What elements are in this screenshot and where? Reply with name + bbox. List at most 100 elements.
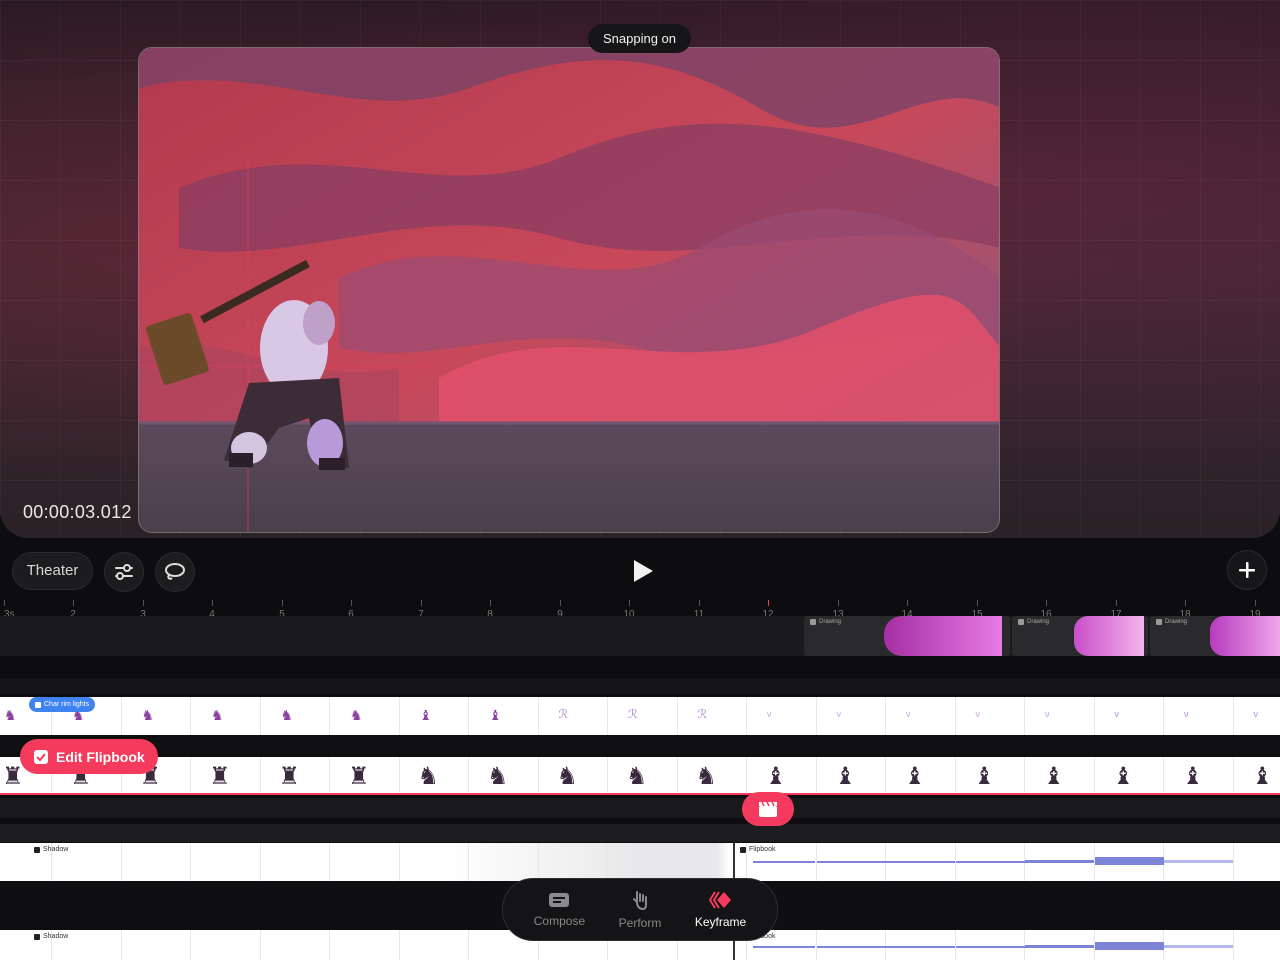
frame-cell[interactable]: ℛ	[678, 697, 747, 735]
frame-cell[interactable]: ♝	[956, 757, 1025, 793]
character-flipbook-track[interactable]: ♜ ♜ ♜ ♜ ♜ ♜ ♞ ♞ ♞ ♞ ♞ ♝ ♝ ♝ ♝ ♝ ♝ ♝ ♝	[0, 757, 1280, 795]
frame-cell[interactable]: ♝	[1095, 757, 1164, 793]
frame-cell[interactable]	[122, 930, 191, 960]
frame-cell[interactable]: ν	[956, 697, 1025, 735]
frame-cell[interactable]	[1234, 930, 1280, 960]
frame-cell[interactable]: ♝	[886, 757, 956, 793]
frame-cell[interactable]	[400, 843, 469, 881]
compose-mode-button[interactable]: Compose	[534, 892, 585, 928]
frame-cell[interactable]	[539, 843, 608, 881]
lasso-icon	[165, 563, 185, 580]
frame-cell[interactable]	[191, 930, 261, 960]
ruler-tick	[212, 600, 213, 606]
checkbox-icon	[34, 749, 48, 764]
add-button[interactable]	[1227, 550, 1267, 590]
frame-cell[interactable]	[122, 843, 191, 881]
frame-cell[interactable]	[469, 843, 539, 881]
theater-button[interactable]: Theater	[12, 552, 93, 590]
frame-cell[interactable]: ♞	[122, 697, 191, 735]
frame-cell[interactable]	[955, 843, 1025, 881]
frame-cell[interactable]	[261, 930, 330, 960]
settings-button[interactable]	[104, 552, 144, 592]
frame-cell[interactable]: ♞	[469, 757, 539, 793]
frame-cell[interactable]	[330, 930, 400, 960]
frame-cell[interactable]: ♜	[191, 757, 261, 793]
ruler-tick	[351, 600, 352, 606]
preview-stage: Snapping on 00:00:03.012	[0, 0, 1280, 538]
frame-cell[interactable]: ℛ	[539, 697, 608, 735]
frame-cell[interactable]	[816, 930, 886, 960]
frame-cell[interactable]	[886, 843, 956, 881]
shadow-track-label: Shadow	[34, 846, 68, 853]
rim-lights-track[interactable]: ♞ ♞ ♞ ♞ ♞ ♞ ♝ ♝ ℛ ℛ ℛ ν ν ν ν ν ν ν ν	[0, 697, 1280, 735]
frame-cell[interactable]: ♝	[1025, 757, 1095, 793]
frame-cell[interactable]: ♞	[191, 697, 261, 735]
frame-cell[interactable]: ♝	[400, 697, 469, 735]
frame-cell[interactable]: ν	[1025, 697, 1095, 735]
frame-cell[interactable]: ν	[1234, 697, 1280, 735]
frame-cell[interactable]: ♝	[1164, 757, 1234, 793]
edit-flipbook-button[interactable]: Edit Flipbook	[20, 739, 158, 774]
frame-cell[interactable]: ♞	[400, 757, 469, 793]
frame-cell[interactable]: ♝	[817, 757, 886, 793]
frame-cell[interactable]	[678, 843, 747, 881]
frame-cell[interactable]	[1025, 930, 1095, 960]
lasso-button[interactable]	[155, 552, 195, 592]
frame-cell[interactable]	[1234, 843, 1280, 881]
preview-canvas[interactable]	[138, 47, 1000, 533]
ruler-tick	[143, 600, 144, 606]
layer-tag[interactable]: Char rim lights	[29, 697, 96, 712]
frame-cell[interactable]	[886, 930, 956, 960]
app-root: Snapping on 00:00:03.012 Theater 3s 2 3 …	[0, 0, 1280, 960]
shadow-track[interactable]	[0, 843, 1280, 881]
frame-cell[interactable]: ν	[886, 697, 956, 735]
perform-mode-label: Perform	[618, 915, 662, 930]
frame-cell[interactable]	[191, 843, 261, 881]
compose-mode-label: Compose	[533, 913, 586, 928]
drawing-clip[interactable]: Drawing	[1012, 616, 1148, 656]
frame-cell[interactable]: ♞	[261, 697, 330, 735]
frame-cell[interactable]	[1025, 843, 1095, 881]
frame-cell[interactable]	[1094, 930, 1164, 960]
frame-cell[interactable]: ν	[747, 697, 817, 735]
frame-cell[interactable]	[955, 930, 1025, 960]
frame-cell[interactable]: ♞	[539, 757, 608, 793]
frame-cell[interactable]: ν	[1164, 697, 1234, 735]
frame-cell[interactable]	[1094, 843, 1164, 881]
ruler-tick	[907, 600, 908, 606]
frame-cell[interactable]: ♝	[469, 697, 539, 735]
frame-cell[interactable]: ♝	[1234, 757, 1280, 793]
frame-cell[interactable]: ν	[1095, 697, 1164, 735]
perform-mode-button[interactable]: Perform	[618, 890, 662, 930]
frame-cell[interactable]: ν	[817, 697, 886, 735]
frame-cell[interactable]	[330, 843, 400, 881]
play-button[interactable]	[622, 551, 662, 591]
compose-icon	[549, 892, 570, 907]
frame-cell[interactable]: ♜	[330, 757, 400, 793]
frame-cell[interactable]: ♞	[608, 757, 678, 793]
snapping-indicator[interactable]: Snapping on	[588, 24, 691, 53]
playhead-line[interactable]	[767, 757, 769, 797]
frame-cell[interactable]	[1164, 930, 1234, 960]
drawing-clip[interactable]: Drawing	[804, 616, 1010, 656]
frame-cell[interactable]	[816, 843, 886, 881]
clip-thumbnail	[1074, 616, 1144, 656]
keyframe-marker-button[interactable]	[742, 792, 794, 826]
mode-switcher: Compose Perform Keyframe	[502, 878, 778, 941]
frame-cell[interactable]	[1164, 843, 1234, 881]
frame-cell[interactable]: ♝	[747, 757, 817, 793]
frame-cell[interactable]	[608, 843, 678, 881]
keyframe-track	[0, 798, 1280, 818]
keyframe-mode-button[interactable]: Keyframe	[695, 890, 746, 929]
frame-cell[interactable]: ♜	[261, 757, 330, 793]
ruler-tick	[73, 600, 74, 606]
frame-cell[interactable]	[261, 843, 330, 881]
ruler-tick	[4, 600, 5, 606]
clip-label: Drawing	[1027, 619, 1050, 625]
frame-cell[interactable]: ♞	[330, 697, 400, 735]
drawing-clip[interactable]: Drawing	[1150, 616, 1280, 656]
transport-controls: Theater	[0, 545, 1280, 595]
frame-cell[interactable]: ♞	[678, 757, 747, 793]
frame-cell[interactable]: ℛ	[608, 697, 678, 735]
frame-cell[interactable]	[400, 930, 469, 960]
